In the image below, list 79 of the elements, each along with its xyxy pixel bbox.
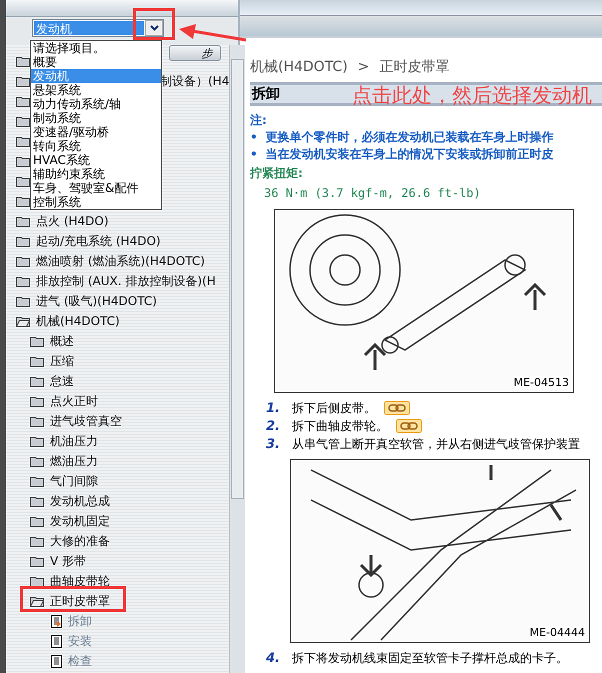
folder-icon (16, 275, 30, 287)
tree-item[interactable]: 点火正时 (50, 392, 98, 410)
folder-icon (30, 555, 44, 567)
folder-icon (30, 335, 44, 347)
tree-item[interactable]: 起动/充电系统 (H4DO) (36, 232, 161, 250)
tree-item[interactable]: V 形带 (50, 552, 86, 570)
folder-icon (16, 115, 30, 127)
figure-caption: ME-04444 (530, 626, 585, 639)
tree-item[interactable]: 怠速 (50, 372, 74, 390)
folder-icon (16, 55, 30, 67)
folder-icon (16, 95, 30, 107)
folder-icon (30, 495, 44, 507)
tree-item[interactable]: 进气歧管真空 (50, 412, 122, 430)
folder-icon (16, 215, 30, 227)
breadcrumb-link[interactable]: 机械(H4DOTC) (250, 58, 348, 76)
breadcrumb-current: 正时皮带罩 (379, 58, 450, 76)
tree-item[interactable]: 概述 (50, 332, 74, 350)
folder-icon (16, 255, 30, 267)
folder-icon (30, 475, 44, 487)
tree-item[interactable]: 燃油喷射 (燃油系统)(H4DOTC) (36, 252, 205, 270)
folder-icon (16, 75, 30, 87)
tree-item[interactable]: 发动机总成 (50, 492, 110, 510)
note-item: 当在发动机安装在车身上的情况下安装或拆卸前正时皮 (266, 147, 554, 161)
note-item: 更换单个零件时，必须在发动机已装载在车身上时操作 (266, 130, 554, 144)
tree-item[interactable]: 发动机固定 (50, 512, 110, 530)
tree-item[interactable]: 正时皮带罩 (50, 592, 110, 610)
folder-icon (30, 515, 44, 527)
folder-icon (30, 435, 44, 447)
folder-icon (16, 135, 30, 147)
tree-item[interactable]: 进气 (吸气)(H4DOTC) (36, 292, 157, 310)
tree-item[interactable]: 排放控制 (AUX. 排放控制设备)(H (36, 272, 216, 290)
annotation-text: 点击此处，然后选择发动机 (352, 84, 592, 106)
chain-link-icon[interactable] (384, 401, 410, 415)
arrow-drawing (178, 24, 246, 42)
step-text: 拆下后侧皮带。 (292, 400, 376, 416)
folder-icon (16, 155, 30, 167)
tree-item[interactable]: 拆卸 (68, 612, 92, 630)
step-text: 拆下将发动机线束固定至软管卡子撑杆总成的卡子。 (292, 650, 568, 666)
step-text: 拆下曲轴皮带轮。 (292, 418, 388, 434)
chevron-down-icon (150, 25, 158, 31)
step-number: 3. (266, 436, 281, 452)
folder-icon (30, 375, 44, 387)
tree-item[interactable]: 点火 (H4DO) (36, 212, 109, 230)
folder-icon (16, 195, 30, 207)
folder-icon (30, 355, 44, 367)
torque-value: 36 N·m (3.7 kgf-m, 26.6 ft-lb) (263, 185, 482, 202)
step-text: 从串气管上断开真空软管，并从右侧进气歧管保护装置 (292, 436, 580, 452)
tree-item[interactable]: 机械(H4DOTC) (36, 312, 120, 330)
open-folder-icon (30, 595, 44, 607)
folder-icon (16, 175, 30, 187)
scrollbar[interactable] (229, 45, 246, 673)
tree-item[interactable]: 大修的准备 (50, 532, 110, 550)
step-number: 4. (266, 650, 281, 666)
highlight-frame (133, 8, 175, 40)
tree-item[interactable]: 压缩 (50, 352, 74, 370)
torque-title: 拧紧扭矩: (250, 165, 304, 182)
folder-icon (30, 455, 44, 467)
folder-icon (30, 535, 44, 547)
tree-item[interactable]: 燃油压力 (50, 452, 98, 470)
figure-caption: ME-04513 (514, 376, 569, 389)
tree-item[interactable]: 机油压力 (50, 432, 98, 450)
tree-item[interactable]: 检查 (68, 652, 92, 670)
folder-icon (30, 575, 44, 587)
folder-icon (16, 235, 30, 247)
tree-item[interactable]: 气门间隙 (50, 472, 98, 490)
folder-icon (30, 395, 44, 407)
folder-icon (16, 295, 30, 307)
folder-icon (30, 415, 44, 427)
chain-link-icon[interactable] (396, 419, 422, 433)
tree-item[interactable]: 安装 (68, 632, 92, 650)
note-title: 注: (250, 112, 268, 129)
bullet: • (250, 147, 258, 161)
bullet: • (250, 130, 258, 144)
step-button[interactable]: 步 (169, 45, 222, 61)
dropdown-button[interactable] (145, 20, 163, 36)
open-folder-icon (16, 315, 30, 327)
step-number: 2. (266, 418, 281, 434)
tree-item[interactable]: 曲轴皮带轮 (50, 572, 110, 590)
step-number: 1. (266, 400, 281, 416)
